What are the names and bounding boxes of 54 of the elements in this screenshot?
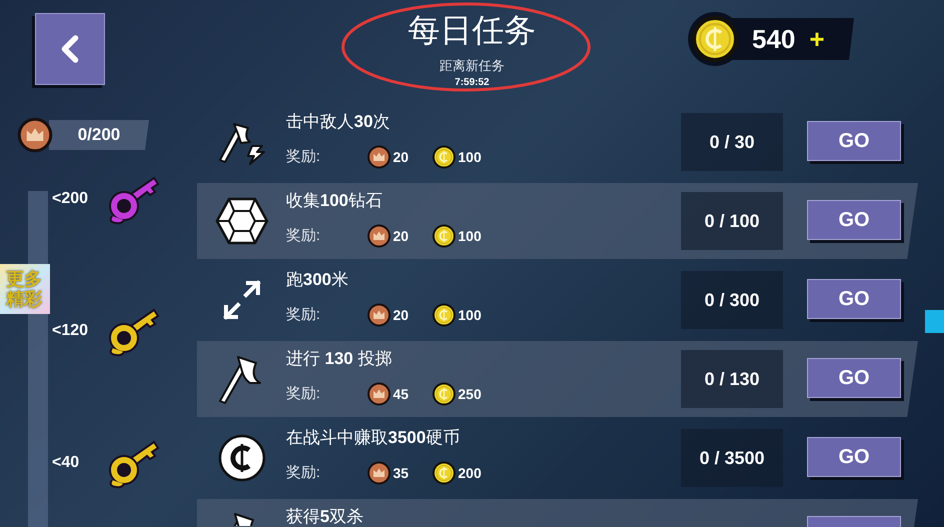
task-title: 进行 130 投掷	[286, 348, 393, 370]
progress-counter: 0 / 130	[681, 350, 783, 408]
back-button[interactable]	[35, 13, 105, 85]
coin-icon	[691, 15, 739, 63]
milestone-label: <120	[52, 321, 90, 341]
progress-counter: 0 / 300	[681, 271, 783, 329]
task-title: 在战斗中赚取3500硬币	[286, 427, 461, 449]
reward-label: 奖励:	[286, 146, 322, 167]
coin-icon	[432, 224, 456, 248]
task-title: 跑300米	[286, 269, 350, 291]
milestone-label: <200	[52, 189, 90, 209]
coin-symbol-icon	[216, 433, 266, 483]
task-title: 击中敌人30次	[286, 111, 391, 133]
task-title: 收集100钻石	[286, 190, 384, 212]
go-button[interactable]: GO	[807, 200, 901, 240]
page-title: 每日任务	[408, 11, 536, 50]
coin-reward: 100	[458, 148, 482, 166]
crown-reward: 20	[393, 148, 409, 166]
crown-reward: 20	[393, 226, 409, 246]
coin-icon	[432, 303, 456, 327]
coin-icon	[432, 145, 456, 169]
reward-label: 奖励:	[286, 462, 322, 483]
go-button[interactable]: GO	[807, 358, 901, 398]
crown-medal-icon	[367, 382, 391, 406]
crown-icon	[17, 117, 53, 153]
crown-reward: 35	[393, 464, 409, 482]
crown-medal-icon	[367, 303, 391, 327]
crown-medal-icon	[367, 145, 391, 169]
crown-reward: 45	[393, 384, 409, 404]
progress-counter: 0 / 100	[681, 192, 783, 250]
go-button[interactable]: GO	[807, 437, 901, 477]
progress-counter: 0 / 3500	[681, 429, 783, 487]
crown-reward: 20	[393, 306, 409, 324]
countdown-label: 距离新任务	[440, 58, 504, 74]
crown-medal-icon	[367, 224, 391, 248]
coin-icon	[432, 461, 456, 485]
coin-reward: 250	[458, 384, 482, 404]
progress-counter: 0 / 30	[681, 113, 783, 171]
coin-reward: 100	[458, 226, 482, 246]
reward-label: 奖励:	[286, 226, 322, 246]
crown-medal-icon	[367, 461, 391, 485]
countdown-timer: 7:59:52	[454, 77, 490, 89]
add-coins-button[interactable]: +	[809, 26, 825, 52]
coin-reward: 100	[458, 306, 482, 324]
reward-label: 奖励:	[286, 384, 322, 404]
go-button[interactable]: GO	[807, 279, 901, 319]
reward-label: 奖励:	[286, 304, 322, 325]
go-button[interactable]: GO	[807, 121, 901, 161]
milestone-label: <40	[52, 453, 80, 473]
coin-reward: 200	[458, 464, 482, 482]
task-title: 获得5双杀	[286, 506, 364, 527]
coin-icon	[432, 382, 456, 406]
gem-icon	[214, 197, 268, 245]
coin-balance: 540	[752, 22, 796, 56]
